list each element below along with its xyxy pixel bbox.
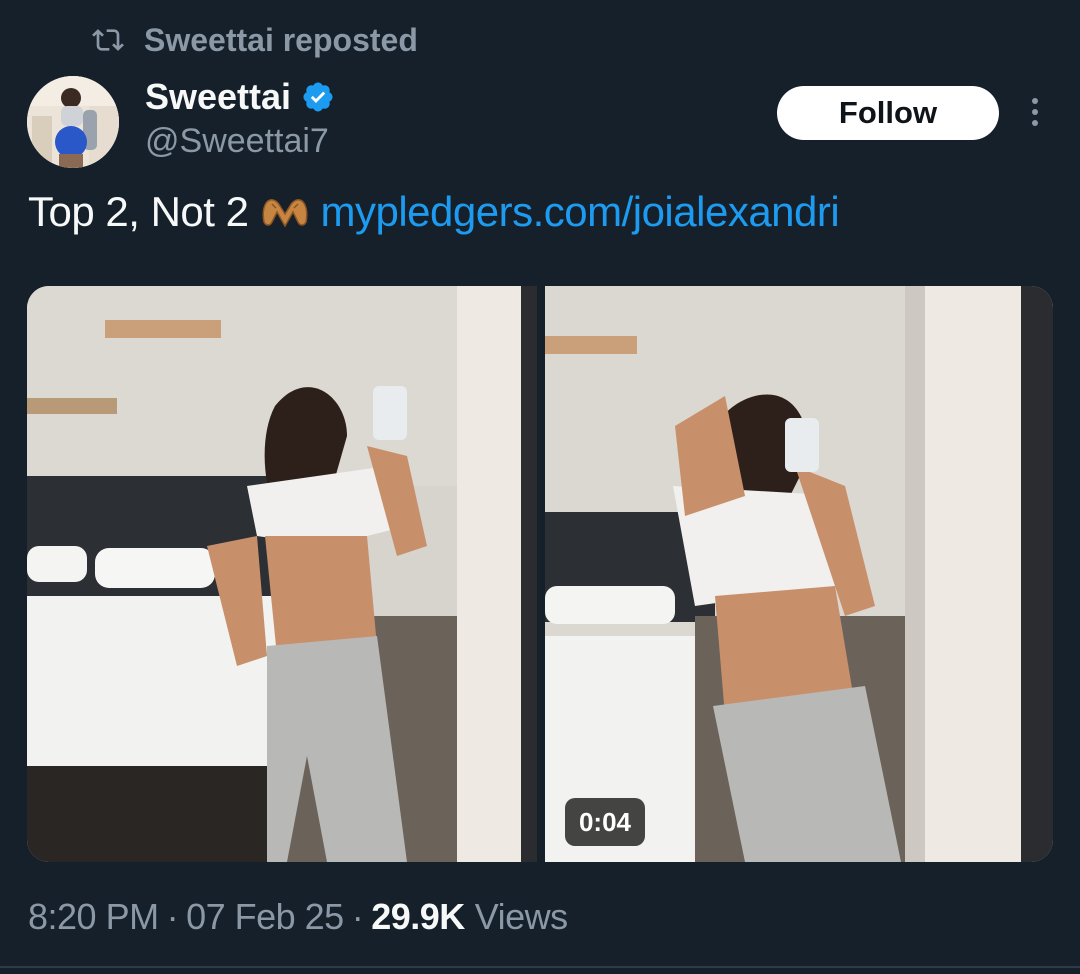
avatar[interactable] xyxy=(27,76,119,168)
views-count[interactable]: 29.9K xyxy=(371,896,465,938)
divider xyxy=(0,966,1080,968)
author-name-row[interactable]: Sweettai xyxy=(145,76,335,118)
verified-badge-icon xyxy=(303,82,333,112)
meta-separator: · xyxy=(351,896,364,937)
tweet-time[interactable]: 8:20 PM xyxy=(28,896,159,938)
repost-indicator[interactable]: Sweettai reposted xyxy=(92,20,418,60)
views-label: Views xyxy=(474,896,568,937)
author-handle[interactable]: @Sweettai7 xyxy=(145,122,329,161)
follow-button[interactable]: Follow xyxy=(777,86,999,140)
tweet-body: Top 2, Not 2 xyxy=(28,188,249,235)
video-1[interactable] xyxy=(545,286,1053,862)
tweet-link[interactable]: mypledgers.com/joialexandri xyxy=(320,188,839,236)
video-duration-badge: 0:04 xyxy=(565,798,645,846)
author-display-name[interactable]: Sweettai xyxy=(145,76,291,118)
more-options-icon[interactable] xyxy=(1018,92,1052,132)
repost-icon xyxy=(92,29,124,51)
meta-separator: · xyxy=(166,896,179,937)
tweet-detail: Sweettai reposted Sweettai @Sweettai7 Fo… xyxy=(0,0,1080,974)
heart-hands-emoji xyxy=(260,192,310,232)
repost-text: Sweettai reposted xyxy=(144,21,418,58)
media-grid[interactable] xyxy=(27,286,1053,862)
tweet-date[interactable]: 07 Feb 25 xyxy=(186,896,344,938)
photo-1[interactable] xyxy=(27,286,537,862)
tweet-meta: 8:20 PM · 07 Feb 25 · 29.9K Views xyxy=(28,896,568,938)
tweet-text: Top 2, Not 2 mypledgers.com/joialexandri xyxy=(28,188,840,236)
